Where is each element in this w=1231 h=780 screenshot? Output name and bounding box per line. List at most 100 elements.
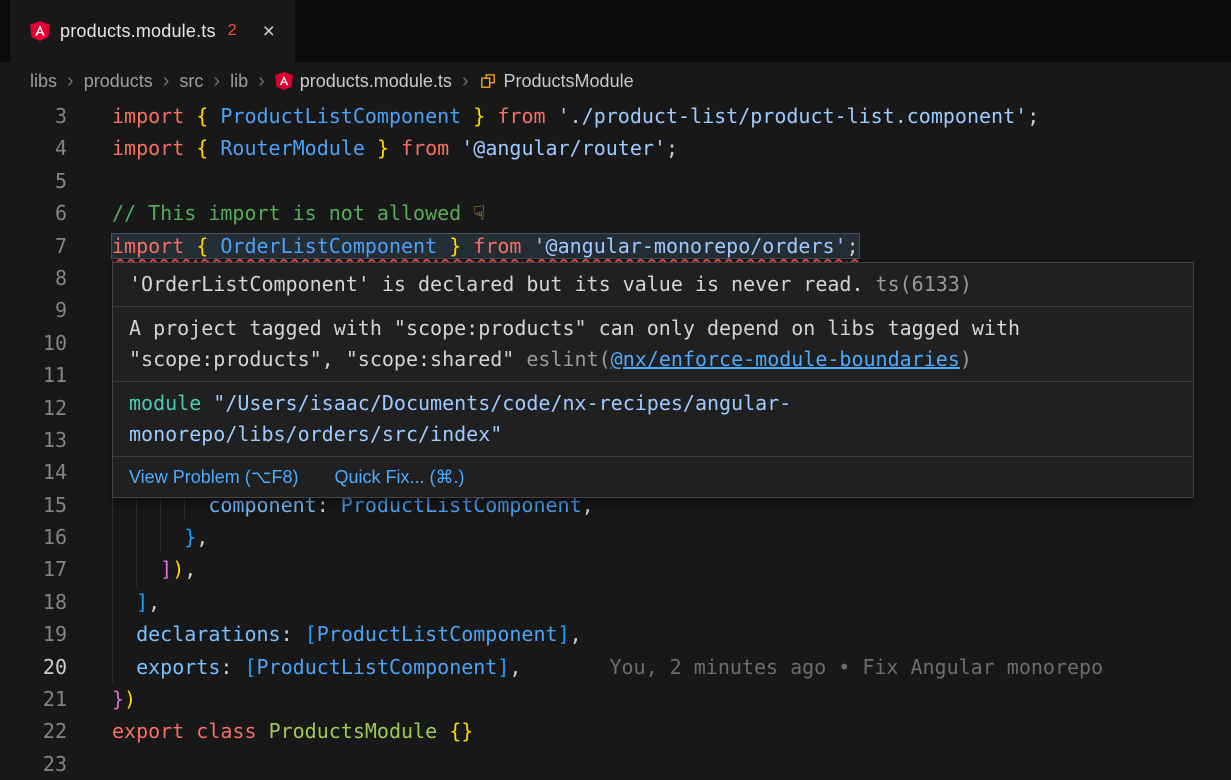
token: ; [666,136,678,160]
breadcrumb-item-lib[interactable]: lib [230,71,248,92]
token: OrderListComponent [220,234,437,258]
code-line-6[interactable]: 6// This import is not allowed ☟ [0,197,1231,229]
line-number[interactable]: 10 [0,327,100,359]
vscode-window: products.module.ts 2 × libs › products › src… [0,0,1231,780]
code-line-18[interactable]: 18 ], [0,586,1231,618]
line-number[interactable]: 19 [0,618,100,650]
token: ; [847,234,859,258]
line-number[interactable]: 8 [0,262,100,294]
line-number[interactable]: 5 [0,165,100,197]
line-number[interactable]: 16 [0,521,100,553]
token: , [509,655,521,679]
close-tab-icon[interactable]: × [263,21,275,42]
hover-text-line: "scope:products", "scope:shared" eslint(… [129,344,1177,375]
indent-guide [160,521,161,553]
hover-text: ts(6133) [864,272,972,296]
token: , [196,525,208,549]
nx-enforce-module-boundaries-link[interactable]: @nx/enforce-module-boundaries [611,347,960,371]
token: : [220,655,244,679]
line-number[interactable]: 22 [0,715,100,747]
token: ProductListComponent [257,655,498,679]
code-line-19[interactable]: 19 declarations: [ProductListComponent], [0,618,1231,650]
token: {} [449,719,473,743]
token: [ [305,622,317,646]
token [208,234,220,258]
quick-fix-action[interactable]: Quick Fix... (⌘.) [334,465,464,489]
token: declarations [136,622,281,646]
token: } [184,525,196,549]
tab-products-module[interactable]: products.module.ts 2 × [10,0,295,62]
token [485,104,497,128]
code-line-5[interactable]: 5 [0,165,1231,197]
line-content [100,748,1231,780]
line-number[interactable]: 6 [0,197,100,229]
view-problem-action[interactable]: View Problem (⌥F8) [129,465,298,489]
line-number[interactable]: 23 [0,748,100,780]
line-number[interactable]: 13 [0,424,100,456]
line-number[interactable]: 18 [0,586,100,618]
code-line-4[interactable]: 4import { RouterModule } from '@angular/… [0,132,1231,164]
token: ; [1027,104,1039,128]
token: ProductListComponent [220,104,461,128]
token: ] [497,655,509,679]
code-line-3[interactable]: 3import { ProductListComponent } from '.… [0,100,1231,132]
line-number[interactable]: 3 [0,100,100,132]
hover-text: monorepo/libs/orders/src/index" [129,422,502,446]
indent-guide [136,553,137,585]
token: exports [136,655,220,679]
token [208,104,220,128]
token: // This import is not allowed [112,201,473,225]
token: import [112,104,196,128]
code-line-22[interactable]: 22export class ProductsModule {} [0,715,1231,747]
error-squiggle-highlight: import { OrderListComponent } from '@ang… [112,234,859,258]
token: { [196,234,208,258]
line-number[interactable]: 15 [0,489,100,521]
breadcrumb-item-productsmodule[interactable]: ProductsModule [479,71,634,92]
breadcrumb-item-products-module-ts[interactable]: products.module.ts [275,71,452,92]
hover-text: "/Users/isaac/Documents/code/nx-recipes/… [213,391,791,415]
code-line-21[interactable]: 21}) [0,683,1231,715]
indent-guide [112,586,113,618]
line-number[interactable]: 20 [0,651,100,683]
code-line-7[interactable]: 7 import { OrderListComponent } from '@an… [0,230,1231,262]
token [521,234,533,258]
code-line-20[interactable]: 20 exports: [ProductListComponent],You, … [0,651,1231,683]
token [208,136,220,160]
token [461,234,473,258]
token: ☟ [473,201,485,225]
token: } [377,136,389,160]
hover-section-eslint-diagnostic: A project tagged with "scope:products" c… [113,307,1193,382]
code-line-16[interactable]: 16 }, [0,521,1231,553]
line-content: declarations: [ProductListComponent], [100,618,1231,650]
token [449,136,461,160]
line-number[interactable]: 21 [0,683,100,715]
indent-guide [112,553,113,585]
line-content: }, [100,521,1231,553]
token: from [473,234,521,258]
hover-section-ts-diagnostic: 'OrderListComponent' is declared but its… [113,263,1193,307]
breadcrumb-separator: › [162,71,171,91]
line-number[interactable]: 11 [0,359,100,391]
line-number[interactable]: 17 [0,553,100,585]
breadcrumb-item-src[interactable]: src [179,71,203,92]
line-content: ], [100,586,1231,618]
line-number[interactable]: 12 [0,392,100,424]
token [365,136,377,160]
line-number[interactable]: 7 [0,230,100,262]
token: [ [244,655,256,679]
breadcrumb-item-libs[interactable]: libs [30,71,57,92]
code-line-17[interactable]: 17 ]), [0,553,1231,585]
code-line-23[interactable]: 23 [0,748,1231,780]
line-content: // This import is not allowed ☟ [100,197,1231,229]
line-number[interactable]: 4 [0,132,100,164]
hover-text-line: 'OrderListComponent' is declared but its… [129,269,1177,300]
hover-text: A project tagged with "scope:products" c… [129,316,1020,340]
line-number[interactable]: 14 [0,456,100,488]
token [461,104,473,128]
hover-text-line: module "/Users/isaac/Documents/code/nx-r… [129,388,1177,419]
line-content: export class ProductsModule {} [100,715,1231,747]
breadcrumb-item-products[interactable]: products [84,71,153,92]
token [257,719,269,743]
line-number[interactable]: 9 [0,294,100,326]
breadcrumb-separator: › [212,71,221,91]
